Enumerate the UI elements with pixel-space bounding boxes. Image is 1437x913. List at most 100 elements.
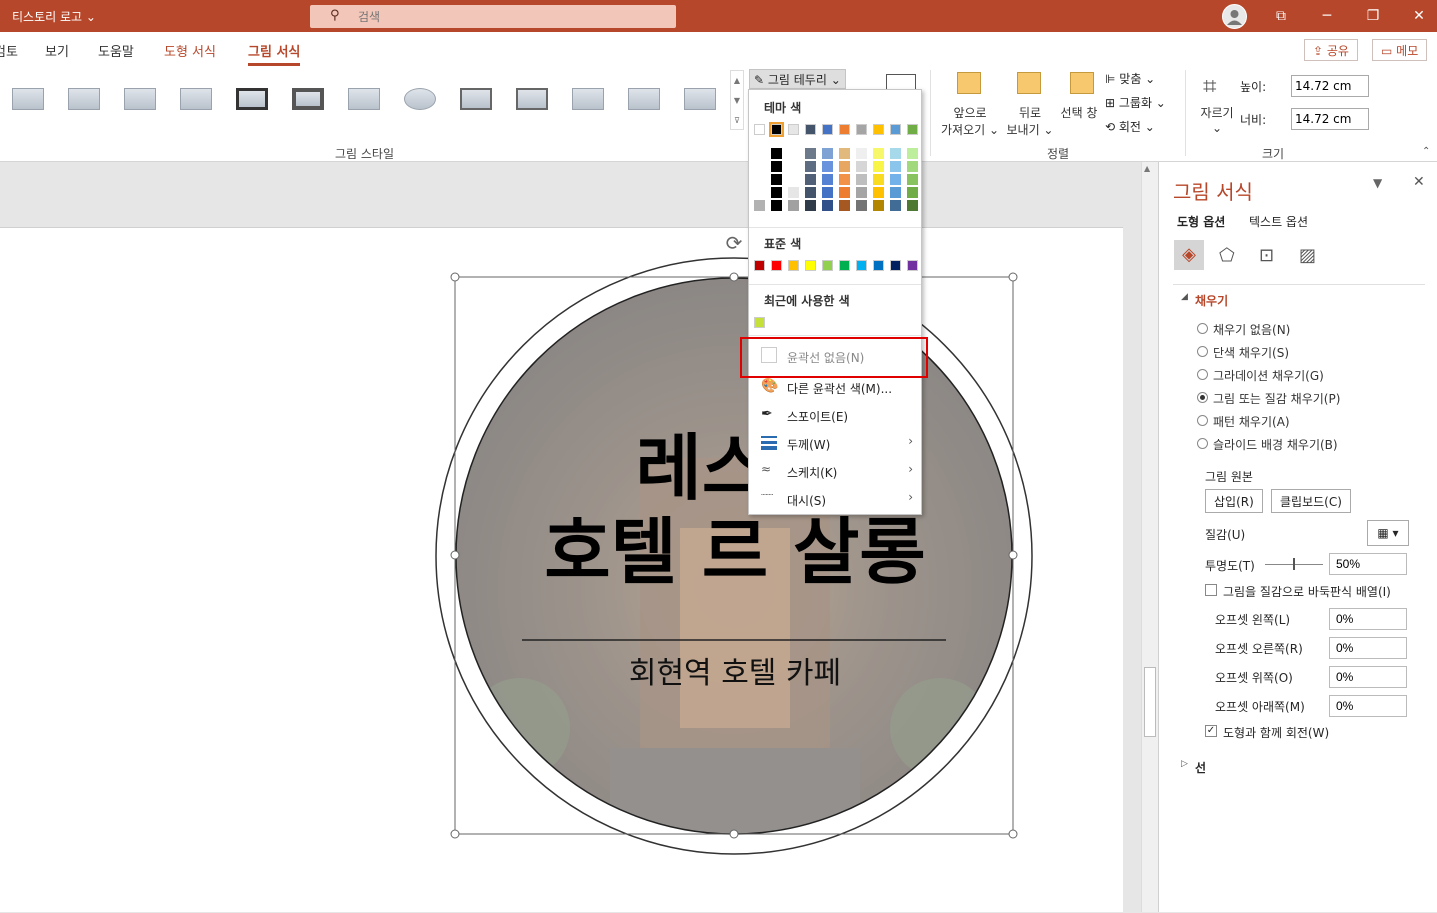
picture-style-thumb[interactable] — [456, 82, 496, 116]
scroll-up-icon[interactable]: ▲ — [1144, 164, 1150, 173]
color-swatch[interactable] — [856, 124, 867, 135]
picture-style-thumb[interactable] — [64, 82, 104, 116]
vertical-scrollbar[interactable]: ▲ — [1141, 162, 1158, 912]
fill-radio[interactable] — [1197, 415, 1208, 426]
search-box[interactable]: ⚲ — [310, 5, 676, 28]
group-button[interactable]: ⊞ 그룹화 ⌄ — [1105, 94, 1166, 111]
fill-radio[interactable] — [1197, 438, 1208, 449]
dash-item[interactable]: ┈┈ 대시(S) › — [749, 485, 921, 513]
fill-radio[interactable] — [1197, 346, 1208, 357]
picture-style-thumb[interactable] — [568, 82, 608, 116]
transparency-input[interactable] — [1329, 553, 1407, 575]
picture-style-thumb[interactable] — [624, 82, 664, 116]
color-shade-swatch[interactable] — [805, 200, 816, 211]
color-shade-swatch[interactable] — [873, 200, 884, 211]
color-shade-swatch[interactable] — [890, 174, 901, 185]
rotate-with-shape-checkbox[interactable]: ✓ — [1205, 725, 1217, 737]
color-shade-swatch[interactable] — [856, 200, 867, 211]
color-shade-swatch[interactable] — [907, 161, 918, 172]
fill-option[interactable]: 단색 채우기(S) — [1197, 344, 1417, 362]
color-shade-swatch[interactable] — [771, 200, 782, 211]
color-shade-swatch[interactable] — [839, 148, 850, 159]
color-shade-swatch[interactable] — [822, 161, 833, 172]
ribbon-display-icon[interactable]: ⧉ — [1258, 0, 1304, 32]
offset-top-input[interactable] — [1329, 666, 1407, 688]
comments-button[interactable]: ▭ 메모 — [1372, 39, 1428, 61]
slider-thumb[interactable] — [1293, 558, 1295, 570]
search-input[interactable] — [358, 8, 638, 25]
color-swatch[interactable] — [856, 260, 867, 271]
restore-icon[interactable]: ❐ — [1350, 0, 1396, 32]
offset-bottom-input[interactable] — [1329, 695, 1407, 717]
color-swatch[interactable] — [805, 260, 816, 271]
color-shade-swatch[interactable] — [771, 148, 782, 159]
color-shade-swatch[interactable] — [822, 148, 833, 159]
color-swatch[interactable] — [769, 122, 784, 137]
bring-forward-button[interactable]: 앞으로 가져오기 ⌄ — [940, 104, 1000, 138]
line-section-heading[interactable]: 선 — [1195, 759, 1206, 776]
color-shade-swatch[interactable] — [805, 161, 816, 172]
color-swatch[interactable] — [839, 260, 850, 271]
height-input[interactable] — [1291, 75, 1369, 97]
color-swatch[interactable] — [890, 260, 901, 271]
color-swatch[interactable] — [839, 124, 850, 135]
color-shade-swatch[interactable] — [788, 187, 799, 198]
fill-section-heading[interactable]: 채우기 — [1195, 292, 1228, 309]
color-shade-swatch[interactable] — [805, 174, 816, 185]
color-shade-swatch[interactable] — [839, 187, 850, 198]
fill-radio[interactable] — [1197, 323, 1208, 334]
fill-option[interactable]: 그라데이션 채우기(G) — [1197, 367, 1417, 385]
color-shade-swatch[interactable] — [907, 187, 918, 198]
color-shade-swatch[interactable] — [754, 161, 765, 172]
picture-style-thumb[interactable] — [512, 82, 552, 116]
sketch-item[interactable]: ≈ 스케치(K) › — [749, 457, 921, 485]
texture-picker[interactable]: ▦ ▾ — [1367, 520, 1409, 546]
color-shade-swatch[interactable] — [873, 174, 884, 185]
minimize-icon[interactable]: ─ — [1304, 0, 1350, 32]
tab-shape-format[interactable]: 도형 서식 — [164, 41, 216, 60]
collapse-triangle-icon[interactable]: ◢ — [1181, 292, 1188, 302]
pane-close-icon[interactable]: ✕ — [1413, 174, 1425, 190]
color-swatch[interactable] — [890, 124, 901, 135]
color-shade-swatch[interactable] — [873, 161, 884, 172]
color-shade-swatch[interactable] — [771, 174, 782, 185]
color-shade-swatch[interactable] — [856, 148, 867, 159]
color-shade-swatch[interactable] — [754, 174, 765, 185]
fill-radio[interactable] — [1197, 392, 1208, 403]
color-swatch[interactable] — [907, 124, 918, 135]
color-swatch[interactable] — [805, 124, 816, 135]
picture-style-thumb[interactable] — [8, 82, 48, 116]
color-swatch[interactable] — [754, 317, 765, 328]
color-shade-swatch[interactable] — [873, 148, 884, 159]
picture-style-thumb[interactable] — [680, 82, 720, 116]
color-shade-swatch[interactable] — [788, 200, 799, 211]
color-shade-swatch[interactable] — [788, 148, 799, 159]
color-shade-swatch[interactable] — [856, 174, 867, 185]
tab-text-options[interactable]: 텍스트 옵션 — [1249, 213, 1308, 230]
color-shade-swatch[interactable] — [771, 187, 782, 198]
picture-style-thumb[interactable] — [344, 82, 384, 116]
tab-picture-format[interactable]: 그림 서식 — [248, 41, 301, 66]
selection-pane-button[interactable]: 선택 창 — [1058, 104, 1100, 121]
pane-options-icon[interactable]: ▼ — [1373, 176, 1382, 190]
color-shade-swatch[interactable] — [890, 161, 901, 172]
color-swatch[interactable] — [788, 260, 799, 271]
color-shade-swatch[interactable] — [907, 200, 918, 211]
scrollbar-thumb[interactable] — [1144, 667, 1156, 737]
color-swatch[interactable] — [754, 260, 765, 271]
slide-subtitle[interactable]: 회현역 호텔 카페 — [470, 648, 1000, 692]
color-swatch[interactable] — [873, 260, 884, 271]
color-swatch[interactable] — [822, 260, 833, 271]
close-icon[interactable]: ✕ — [1396, 0, 1437, 32]
tab-review[interactable]: 검토 — [0, 41, 18, 60]
expand-triangle-icon[interactable]: ▷ — [1181, 759, 1188, 769]
size-properties-icon[interactable]: ⊡ — [1259, 245, 1274, 266]
picture-style-thumb[interactable] — [232, 82, 272, 116]
color-shade-swatch[interactable] — [754, 187, 765, 198]
color-swatch[interactable] — [907, 260, 918, 271]
picture-style-thumb[interactable] — [120, 82, 160, 116]
clipboard-button[interactable]: 클립보드(C) — [1271, 489, 1351, 513]
tab-shape-options[interactable]: 도형 옵션 — [1177, 213, 1225, 230]
collapse-ribbon-icon[interactable]: ⌃ — [1422, 146, 1430, 157]
fill-option[interactable]: 그림 또는 질감 채우기(P) — [1197, 390, 1417, 408]
